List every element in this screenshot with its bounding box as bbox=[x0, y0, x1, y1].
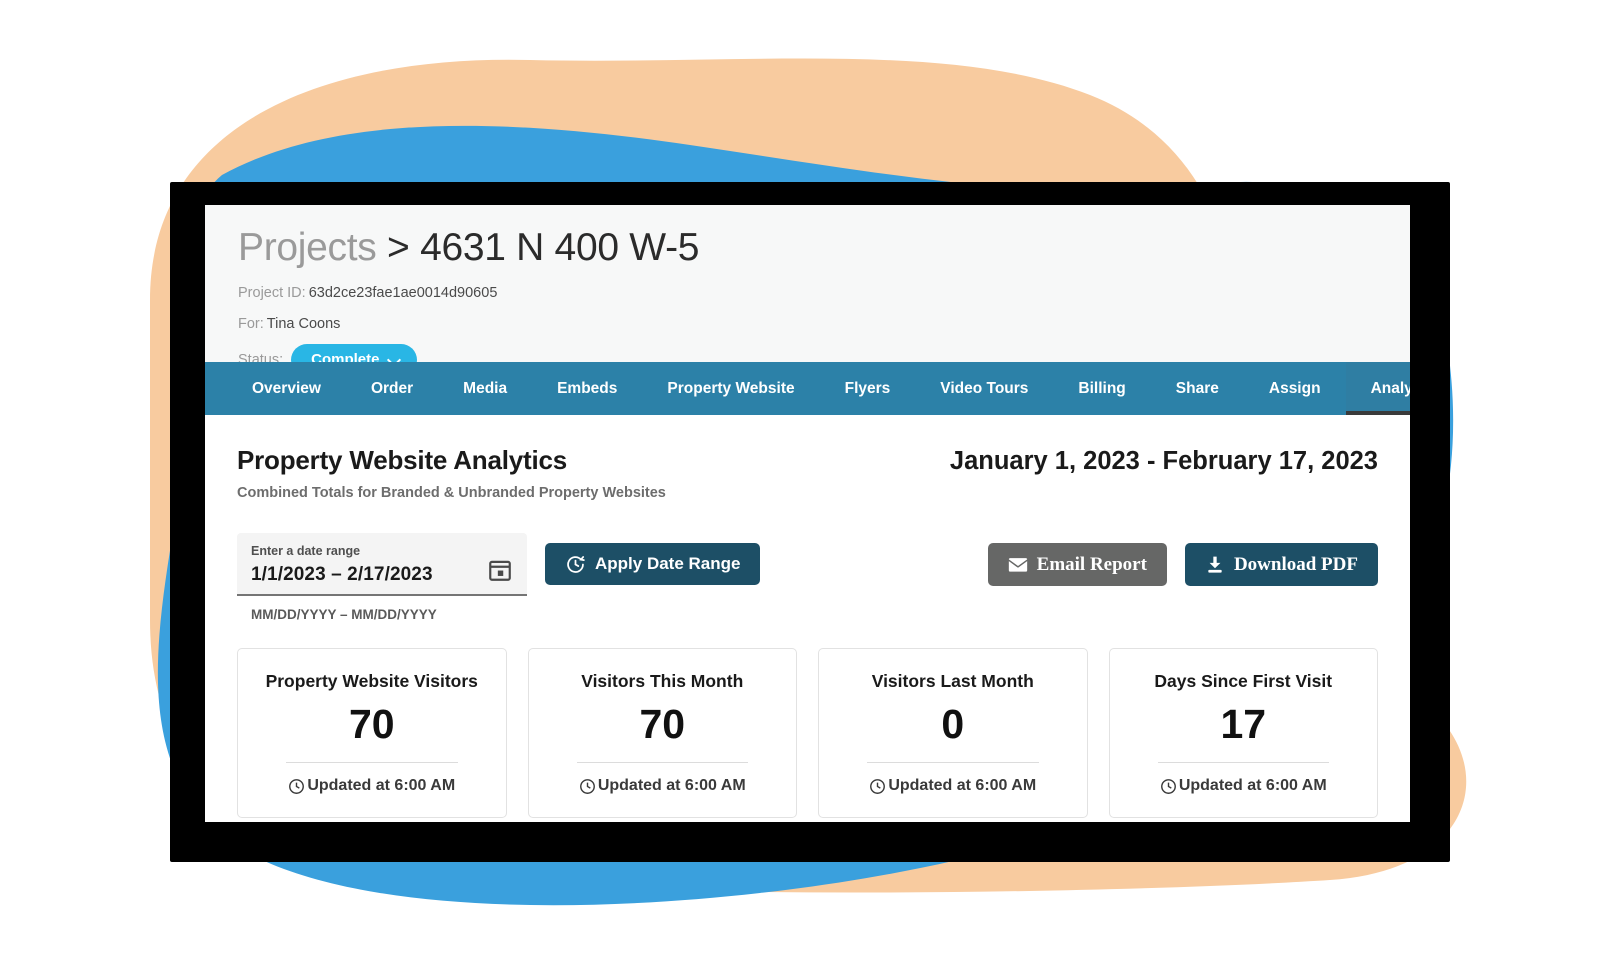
project-header: Projects > 4631 N 400 W-5 Project ID: 63d… bbox=[205, 205, 1410, 376]
analytics-header-row: Property Website Analytics Combined Tota… bbox=[237, 445, 1378, 501]
stat-card-divider bbox=[576, 762, 748, 763]
stat-card-value: 70 bbox=[639, 701, 686, 747]
email-report-label: Email Report bbox=[1036, 553, 1147, 575]
nav-tab-billing[interactable]: Billing bbox=[1053, 362, 1150, 415]
stat-card-updated-label: Updated at 6:00 AM bbox=[888, 777, 1037, 794]
stat-card-value: 70 bbox=[348, 701, 395, 747]
for-value: Tina Coons bbox=[266, 316, 341, 332]
date-range-input[interactable]: Enter a date range 1/1/2023 – 2/17/2023 bbox=[237, 533, 527, 596]
stat-card-updated: Updated at 6:00 AM bbox=[543, 777, 783, 795]
breadcrumb-root[interactable]: Projects bbox=[238, 226, 377, 269]
project-id-label: Project ID: bbox=[238, 285, 306, 301]
stat-card-updated-label: Updated at 6:00 AM bbox=[1178, 777, 1327, 794]
nav-tab-analytics[interactable]: Analytics bbox=[1345, 362, 1410, 415]
stat-card-updated-label: Updated at 6:00 AM bbox=[307, 777, 456, 794]
nav-tab-embeds[interactable]: Embeds bbox=[532, 362, 642, 415]
stat-card-title: Visitors This Month bbox=[581, 671, 744, 691]
page-title: Property Website Analytics bbox=[237, 445, 568, 475]
stat-card: Visitors Last Month 0 Updated at 6:00 AM bbox=[818, 648, 1088, 818]
nav-tab-label: Assign bbox=[1268, 379, 1321, 397]
stat-card-updated-label: Updated at 6:00 AM bbox=[597, 777, 746, 794]
project-id-row: Project ID: 63d2ce23fae1ae0014d90605 bbox=[205, 283, 1410, 304]
nav-tab-label: Analytics bbox=[1370, 379, 1410, 397]
analytics-panel: Property Website Analytics Combined Tota… bbox=[205, 415, 1410, 818]
nav-tab-assign[interactable]: Assign bbox=[1244, 362, 1346, 415]
download-icon bbox=[1205, 555, 1225, 574]
apply-date-range-button[interactable]: Apply Date Range bbox=[545, 543, 761, 585]
nav-tab-label: Billing bbox=[1078, 379, 1126, 397]
date-range-field-group: Enter a date range 1/1/2023 – 2/17/2023 bbox=[237, 533, 527, 622]
date-range-label: Enter a date range bbox=[251, 544, 361, 558]
stat-card-divider bbox=[867, 762, 1039, 763]
clock-icon bbox=[288, 778, 305, 795]
nav-tab-label: Order bbox=[370, 379, 414, 397]
clock-icon bbox=[869, 778, 886, 795]
email-report-button[interactable]: Email Report bbox=[987, 543, 1167, 586]
stat-card-title: Property Website Visitors bbox=[265, 671, 478, 691]
nav-tab-property-website[interactable]: Property Website bbox=[642, 362, 819, 415]
stat-card-title: Visitors Last Month bbox=[871, 671, 1034, 691]
calendar-icon[interactable] bbox=[487, 557, 513, 583]
stat-card: Visitors This Month 70 Updated at 6:00 AM bbox=[527, 648, 797, 818]
download-pdf-button[interactable]: Download PDF bbox=[1184, 543, 1378, 586]
clock-icon bbox=[1160, 778, 1177, 795]
stat-card: Days Since First Visit 17 Updated at 6:00 … bbox=[1108, 648, 1378, 818]
date-range-display: January 1, 2023 - February 17, 2023 bbox=[949, 447, 1378, 475]
date-range-hint: MM/DD/YYYY – MM/DD/YYYY bbox=[251, 607, 437, 622]
stat-card-updated: Updated at 6:00 AM bbox=[833, 777, 1073, 795]
stat-card-value: 0 bbox=[941, 701, 965, 747]
breadcrumb-current: 4631 N 400 W-5 bbox=[420, 226, 700, 269]
stat-card-title: Days Since First Visit bbox=[1154, 671, 1333, 691]
app-window: Projects > 4631 N 400 W-5 Project ID: 63d… bbox=[205, 205, 1410, 822]
breadcrumb: Projects > 4631 N 400 W-5 bbox=[205, 223, 1410, 273]
nav-tab-media[interactable]: Media bbox=[438, 362, 532, 415]
nav-tab-label: Embeds bbox=[557, 379, 618, 397]
clock-icon bbox=[579, 778, 596, 795]
nav-tab-label: Flyers bbox=[844, 379, 891, 397]
nav-tab-order[interactable]: Order bbox=[346, 362, 438, 415]
stat-card-divider bbox=[286, 762, 458, 763]
stat-card: Property Website Visitors 70 Updated at 6:… bbox=[237, 648, 507, 818]
nav-tab-flyers[interactable]: Flyers bbox=[820, 362, 916, 415]
nav-tab-video-tours[interactable]: Video Tours bbox=[915, 362, 1053, 415]
page-subtitle: Combined Totals for Branded & Unbranded … bbox=[237, 485, 666, 501]
envelope-icon bbox=[1008, 557, 1028, 573]
stat-cards: Property Website Visitors 70 Updated at 6:… bbox=[237, 648, 1378, 818]
date-range-value[interactable]: 1/1/2023 – 2/17/2023 bbox=[251, 564, 433, 586]
left-controls: Enter a date range 1/1/2023 – 2/17/2023 bbox=[237, 533, 761, 622]
nav-tab-share[interactable]: Share bbox=[1151, 362, 1244, 415]
controls-row: Enter a date range 1/1/2023 – 2/17/2023 bbox=[237, 533, 1378, 622]
nav-tab-label: Media bbox=[463, 379, 508, 397]
breadcrumb-separator: > bbox=[387, 226, 410, 269]
stat-card-divider bbox=[1157, 762, 1329, 763]
page-stage: Projects > 4631 N 400 W-5 Project ID: 63d… bbox=[0, 0, 1620, 978]
main-nav: Overview Order Media Embeds Property Website… bbox=[205, 362, 1410, 415]
nav-tab-label: Share bbox=[1175, 379, 1219, 397]
nav-tab-label: Overview bbox=[252, 379, 321, 397]
for-label: For: bbox=[238, 316, 264, 332]
nav-tab-label: Video Tours bbox=[940, 379, 1029, 397]
project-for-row: For: Tina Coons bbox=[205, 314, 1410, 335]
right-controls: Email Report Download PDF bbox=[987, 543, 1378, 586]
apply-date-range-label: Apply Date Range bbox=[595, 554, 741, 573]
nav-tab-label: Property Website bbox=[667, 379, 795, 397]
stat-card-updated: Updated at 6:00 AM bbox=[1124, 777, 1364, 795]
stat-card-updated: Updated at 6:00 AM bbox=[252, 777, 492, 795]
download-pdf-label: Download PDF bbox=[1233, 553, 1358, 575]
stat-card-value: 17 bbox=[1220, 701, 1267, 747]
refresh-clock-icon bbox=[565, 554, 586, 575]
nav-tab-overview[interactable]: Overview bbox=[227, 362, 346, 415]
project-id-value: 63d2ce23fae1ae0014d90605 bbox=[308, 285, 498, 301]
